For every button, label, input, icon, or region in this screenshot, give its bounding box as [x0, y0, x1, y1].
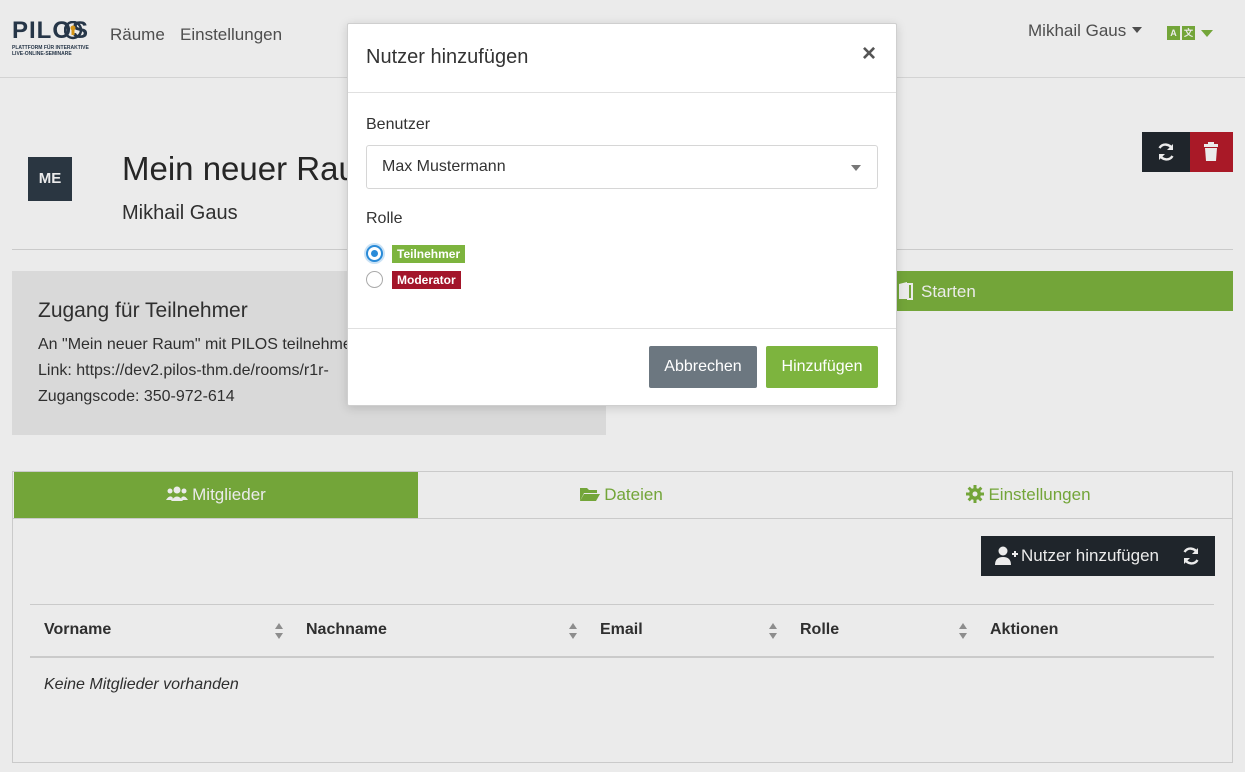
user-select-value: Max Mustermann — [382, 158, 506, 175]
user-select[interactable]: Max Mustermann — [366, 145, 878, 189]
chevron-down-icon — [851, 165, 861, 171]
user-field-label: Benutzer — [366, 116, 431, 133]
radio-participant[interactable] — [366, 245, 383, 262]
radio-moderator[interactable] — [366, 271, 383, 288]
close-icon[interactable]: × — [862, 41, 876, 67]
modal-title: Nutzer hinzufügen — [366, 46, 529, 68]
role-badge-participant: Teilnehmer — [392, 245, 466, 263]
add-user-modal: Nutzer hinzufügen × Benutzer Max Musterm… — [347, 23, 897, 406]
submit-add-user-button[interactable]: Hinzufügen — [766, 346, 878, 388]
cancel-button[interactable]: Abbrechen — [649, 346, 757, 388]
modal-header-divider — [348, 92, 896, 93]
role-badge-moderator: Moderator — [392, 271, 461, 289]
role-field-label: Rolle — [366, 210, 403, 227]
modal-footer-divider — [348, 328, 896, 329]
